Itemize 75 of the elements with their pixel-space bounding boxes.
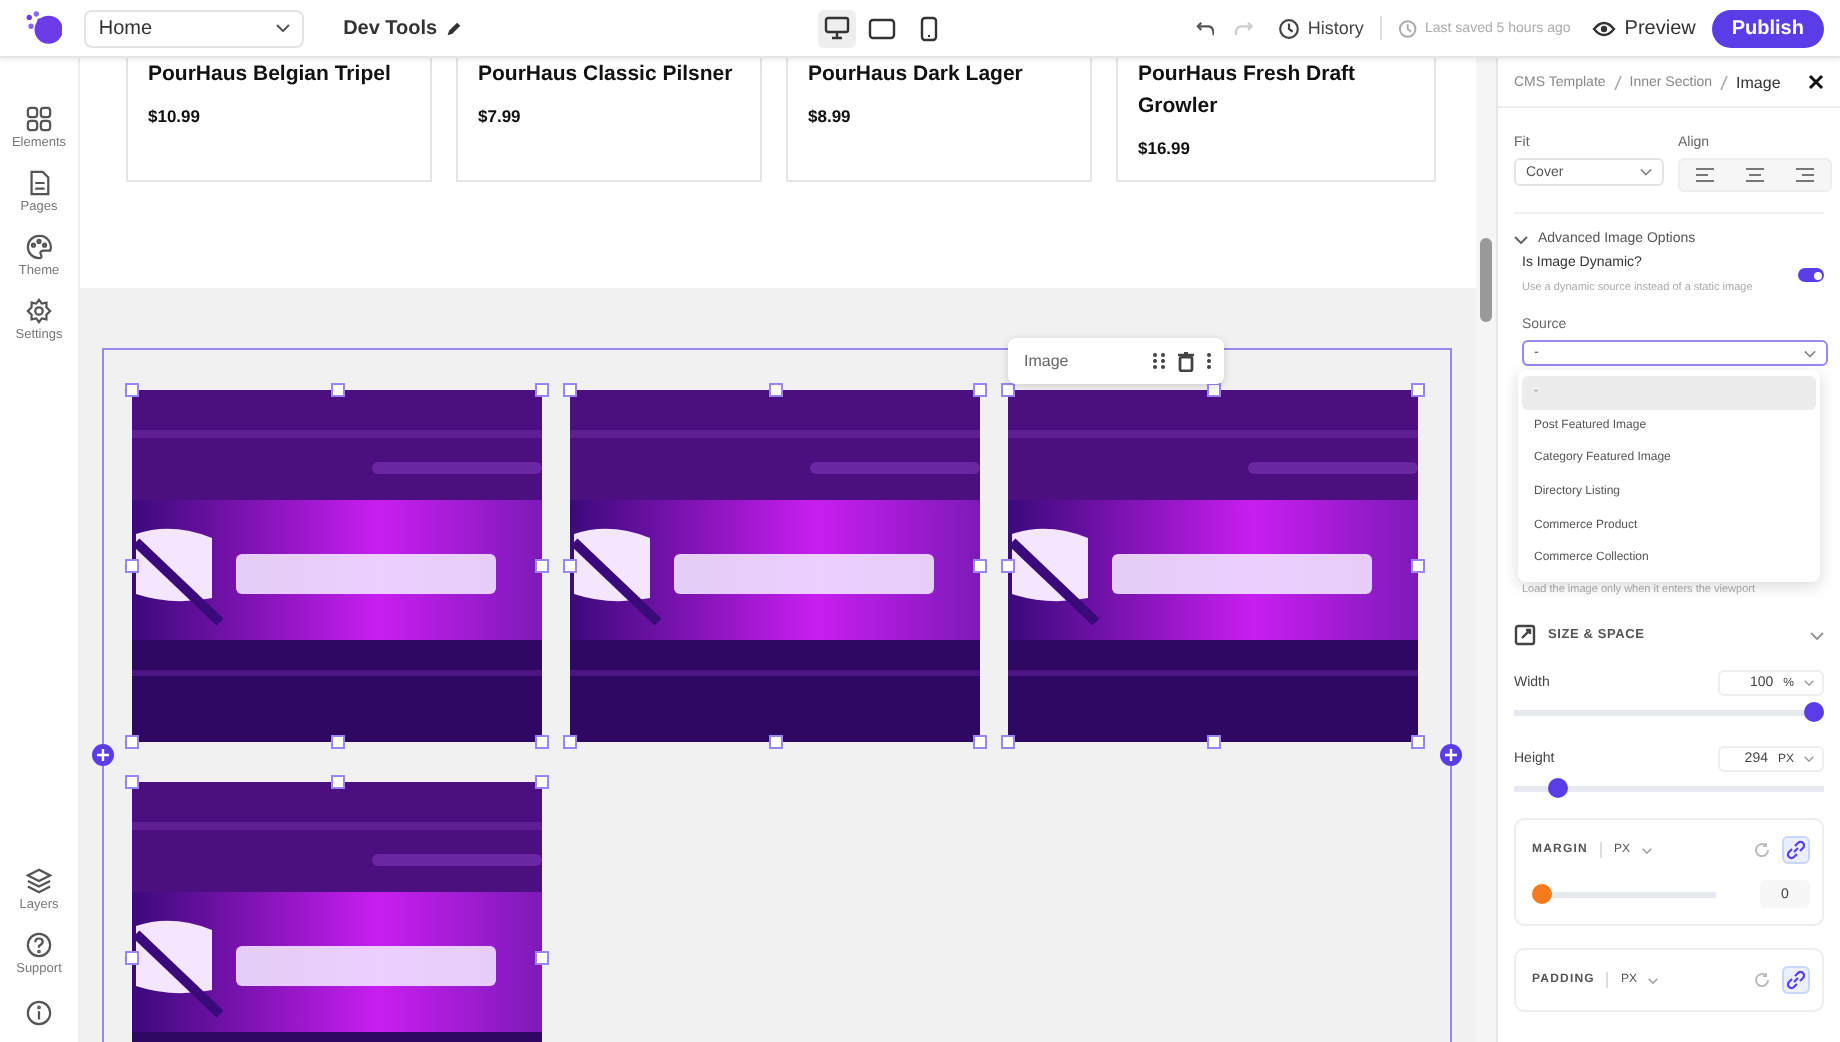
link-toggle[interactable] — [1782, 966, 1810, 994]
tablet-icon — [868, 17, 897, 39]
chevron-down-icon[interactable] — [1641, 847, 1652, 853]
chevron-down-icon[interactable] — [1648, 977, 1659, 983]
palette-icon — [25, 234, 52, 260]
breadcrumb-link[interactable]: Image — [1736, 73, 1781, 91]
page-select[interactable]: Home — [84, 9, 304, 47]
resize-handle[interactable] — [768, 735, 782, 749]
chevron-down-icon — [1804, 756, 1814, 762]
product-price: $7.99 — [478, 106, 523, 126]
trash-icon[interactable] — [1178, 351, 1194, 371]
product-name: PourHaus Dark Lager — [808, 60, 1025, 90]
resize-handle[interactable] — [535, 775, 549, 789]
add-icon[interactable] — [92, 744, 114, 766]
product-price: $10.99 — [148, 106, 202, 126]
resize-handle[interactable] — [125, 735, 139, 749]
resize-handle[interactable] — [768, 383, 782, 397]
resize-handle[interactable] — [1411, 735, 1425, 749]
publish-button[interactable]: Publish — [1711, 9, 1824, 47]
product-price: $16.99 — [1138, 138, 1192, 158]
add-icon[interactable] — [1440, 744, 1462, 766]
resize-handle[interactable] — [1206, 735, 1220, 749]
dynamic-toggle[interactable] — [1798, 268, 1824, 282]
page-icon — [26, 170, 52, 196]
reset-icon[interactable] — [1754, 842, 1770, 858]
product-price: $8.99 — [808, 106, 853, 126]
chevron-down-icon — [1804, 349, 1816, 357]
align-center-icon[interactable] — [1746, 168, 1764, 182]
resize-handle[interactable] — [125, 383, 139, 397]
close-icon[interactable] — [1808, 74, 1824, 90]
monitor-icon — [823, 16, 850, 40]
resize-handle[interactable] — [1411, 383, 1425, 397]
resize-handle[interactable] — [535, 951, 549, 965]
resize-handle[interactable] — [125, 951, 139, 965]
desktop-view-button[interactable] — [817, 9, 856, 47]
slash-icon — [1613, 75, 1622, 89]
layers-icon — [25, 868, 52, 894]
chevron-down-icon[interactable] — [1810, 631, 1824, 639]
resize-handle[interactable] — [1411, 559, 1425, 573]
product-name: PourHaus Belgian Tripel — [148, 60, 393, 90]
grid-icon — [25, 106, 52, 132]
product-name: PourHaus Fresh Draft Growler — [1138, 60, 1358, 122]
resize-handle[interactable] — [125, 559, 139, 573]
history-icon — [1277, 17, 1300, 39]
help-icon — [26, 932, 52, 958]
logo-icon — [24, 8, 63, 48]
element-label: Image — [1024, 352, 1071, 370]
clock-icon — [1397, 17, 1417, 39]
resize-handle[interactable] — [330, 383, 344, 397]
pencil-icon[interactable] — [445, 19, 462, 37]
phone-icon — [919, 15, 938, 41]
gear-icon — [26, 298, 52, 324]
chevron-down-icon — [275, 24, 290, 32]
chevron-down-icon — [1640, 168, 1652, 176]
resize-handle[interactable] — [125, 775, 139, 789]
chevron-down-icon[interactable] — [1514, 235, 1528, 243]
scrollbar-thumb[interactable] — [1480, 238, 1492, 322]
slash-icon — [1720, 75, 1729, 89]
drag-handle-icon[interactable] — [1152, 352, 1166, 370]
info-icon[interactable] — [26, 1000, 52, 1026]
resize-handle[interactable] — [330, 775, 344, 789]
align-left-icon[interactable] — [1696, 168, 1714, 182]
reset-icon[interactable] — [1754, 972, 1770, 988]
undo-icon[interactable] — [1195, 19, 1215, 37]
site-title: Dev Tools — [343, 17, 438, 39]
resize-icon — [1514, 624, 1536, 646]
align-right-icon[interactable] — [1796, 168, 1814, 182]
eye-icon — [1592, 19, 1617, 37]
link-toggle[interactable] — [1782, 836, 1810, 864]
resize-handle[interactable] — [330, 735, 344, 749]
more-icon[interactable] — [1206, 352, 1212, 370]
history-button[interactable]: History — [1277, 17, 1364, 39]
preview-button[interactable]: Preview — [1592, 17, 1696, 39]
chevron-down-icon — [1804, 680, 1814, 686]
product-name: PourHaus Classic Pilsner — [478, 60, 735, 90]
